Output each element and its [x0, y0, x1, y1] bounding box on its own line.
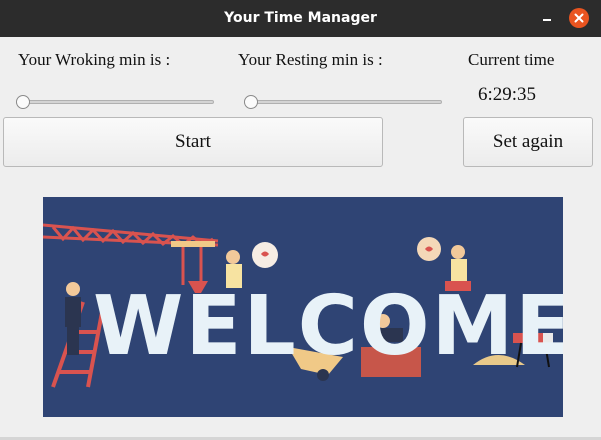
title-bar: Your Time Manager	[0, 0, 601, 37]
working-min-slider[interactable]	[16, 95, 214, 109]
crane-graphic	[43, 223, 219, 285]
close-icon	[574, 13, 584, 23]
minimize-icon[interactable]	[537, 6, 557, 26]
resting-slider-handle[interactable]	[244, 95, 258, 109]
window-title: Your Time Manager	[224, 10, 377, 26]
working-min-label: Your Wroking min is :	[18, 50, 171, 69]
working-slider-handle[interactable]	[16, 95, 30, 109]
working-slider-groove	[16, 100, 214, 104]
start-button[interactable]: Start	[3, 117, 383, 167]
current-time-label: Current time	[468, 50, 555, 69]
resting-min-slider[interactable]	[244, 95, 442, 109]
resting-slider-groove	[244, 100, 442, 104]
current-time-value: 6:29:35	[478, 84, 537, 105]
welcome-text: WELCOME	[93, 279, 563, 374]
close-button[interactable]	[569, 8, 589, 28]
set-again-button[interactable]: Set again	[463, 117, 593, 167]
welcome-banner-image: WELCOME	[43, 197, 563, 417]
resting-min-label: Your Resting min is :	[238, 50, 383, 69]
